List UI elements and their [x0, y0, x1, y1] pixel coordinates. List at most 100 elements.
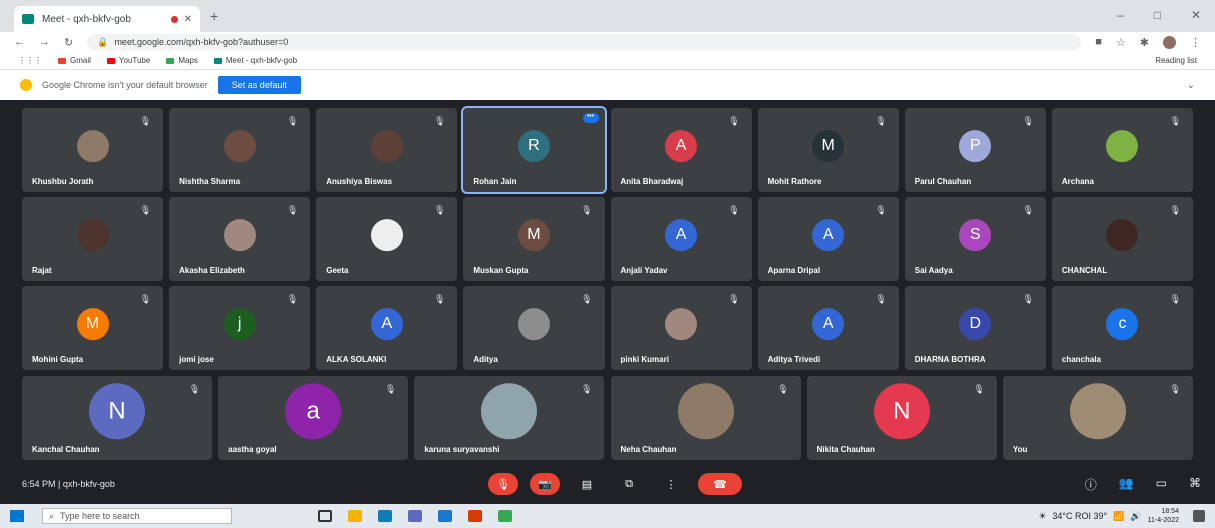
reading-list-button[interactable]: Reading list	[1155, 56, 1197, 65]
bookmark-item[interactable]: Gmail	[58, 56, 91, 65]
bookmark-item[interactable]: Maps	[166, 56, 198, 65]
maximize-button[interactable]: □	[1154, 8, 1161, 22]
participant-tile[interactable]: A Aparna Dripal 🎙	[757, 197, 899, 281]
participant-tile[interactable]: S Sai Aadya 🎙	[904, 197, 1046, 281]
participant-tile[interactable]: Aditya 🎙	[463, 286, 605, 370]
close-tab-icon[interactable]: ✕	[184, 14, 192, 25]
participant-tile[interactable]: M Mohit Rathore 🎙	[757, 108, 899, 192]
chrome-menu-icon[interactable]: ⋮	[1190, 36, 1201, 49]
participant-tile[interactable]: Neha Chauhan 🎙	[610, 376, 801, 460]
leave-call-button[interactable]: ☎	[698, 473, 742, 495]
activities-icon[interactable]: ⌘	[1189, 476, 1201, 493]
mic-off-icon: 🎙	[777, 384, 789, 394]
meeting-time-code: 6:54 PM | qxh-bkfv-gob	[22, 479, 115, 489]
star-icon[interactable]: ☆	[1116, 36, 1126, 49]
participant-tile[interactable]: D DHARNA BOTHRA 🎙	[904, 286, 1046, 370]
participant-tile[interactable]: pinki Kumari 🎙	[610, 286, 752, 370]
apps-icon[interactable]: ⋮⋮⋮	[18, 56, 42, 65]
mic-toggle-button[interactable]: 🎙	[488, 473, 518, 495]
mic-off-icon: 🎙	[1169, 384, 1181, 394]
side-panel-controls: ⓘ 👥 ▭ ⌘	[1085, 476, 1201, 493]
participant-avatar	[370, 130, 403, 163]
participant-tile[interactable]: A ALKA SOLANKI 🎙	[316, 286, 458, 370]
participant-tile[interactable]: a aastha goyal 🎙	[218, 376, 409, 460]
bookmark-item[interactable]: YouTube	[106, 56, 150, 65]
back-icon[interactable]: ←	[14, 36, 25, 48]
participant-tile[interactable]: A Anita Bharadwaj 🎙	[610, 108, 752, 192]
participant-name: chanchala	[1061, 355, 1102, 364]
participant-avatar	[1106, 219, 1139, 252]
camera-toggle-button[interactable]: 📷	[530, 473, 560, 495]
participant-tile[interactable]: You 🎙	[1002, 376, 1193, 460]
participant-tile[interactable]: Rajat 🎙	[22, 197, 164, 281]
people-icon[interactable]: 👥	[1119, 476, 1134, 493]
participant-tile[interactable]: P Parul Chauhan 🎙	[904, 108, 1046, 192]
captions-button[interactable]: ▤	[572, 473, 602, 495]
reload-icon[interactable]: ↻	[64, 36, 73, 49]
participant-tile[interactable]: A Aditya Trivedi 🎙	[757, 286, 899, 370]
participant-tile[interactable]: Khushbu Jorath 🎙	[22, 108, 164, 192]
chevron-down-icon[interactable]: ⌄	[1187, 80, 1195, 91]
chrome-icon[interactable]	[498, 510, 512, 522]
search-placeholder: Type here to search	[60, 511, 140, 521]
minimize-button[interactable]: –	[1117, 8, 1124, 22]
notification-icon[interactable]	[1193, 510, 1205, 522]
participant-tile[interactable]: Nishtha Sharma 🎙	[169, 108, 311, 192]
participant-tile[interactable]: karuna suryavanshi 🎙	[414, 376, 605, 460]
volume-icon[interactable]: 🔊	[1130, 511, 1141, 522]
more-options-button[interactable]: ⋮	[656, 473, 686, 495]
extensions-icon[interactable]: ✱	[1140, 36, 1149, 49]
camera-status-icon[interactable]: ■	[1095, 36, 1102, 48]
bookmark-favicon-icon	[213, 57, 222, 64]
participant-tile[interactable]: M Muskan Gupta 🎙	[463, 197, 605, 281]
participant-tile[interactable]: Akasha Elizabeth 🎙	[169, 197, 311, 281]
participant-name: Anita Bharadwaj	[620, 177, 684, 186]
edge-icon[interactable]	[378, 510, 392, 522]
file-explorer-icon[interactable]	[348, 510, 362, 522]
participant-tile[interactable]: c chanchala 🎙	[1051, 286, 1193, 370]
participant-tile[interactable]: N Nikita Chauhan 🎙	[806, 376, 997, 460]
mic-off-icon: 🎙	[188, 384, 201, 394]
participant-tile[interactable]: Archana 🎙	[1051, 108, 1193, 192]
participant-name: You	[1012, 445, 1028, 454]
participant-tile[interactable]: CHANCHAL 🎙	[1051, 197, 1193, 281]
weather-icon[interactable]: ☀	[1038, 511, 1046, 522]
participant-name: Akasha Elizabeth	[179, 266, 245, 275]
windows-start-icon[interactable]	[10, 510, 24, 522]
close-window-button[interactable]: ✕	[1191, 8, 1201, 22]
bookmark-label: Meet - qxh-bkfv-gob	[225, 56, 298, 65]
participant-tile[interactable]: Anushiya Biswas 🎙	[316, 108, 458, 192]
profile-avatar[interactable]	[1163, 35, 1176, 49]
url-field[interactable]: 🔒 meet.google.com/qxh-bkfv-gob?authuser=…	[87, 34, 1082, 50]
participant-avatar	[1069, 383, 1126, 440]
task-view-icon[interactable]	[318, 510, 332, 522]
chat-icon[interactable]: ▭	[1156, 476, 1167, 493]
network-icon[interactable]: 📶	[1113, 511, 1124, 522]
participant-avatar	[665, 308, 698, 341]
participant-tile[interactable]: A Anjali Yadav 🎙	[610, 197, 752, 281]
mail-icon[interactable]	[438, 510, 452, 522]
forward-icon[interactable]: →	[39, 36, 50, 48]
participant-tile[interactable]: j jomi jose 🎙	[169, 286, 311, 370]
present-button[interactable]: ⧉	[614, 473, 644, 495]
tab-title: Meet - qxh-bkfv-gob	[42, 13, 131, 25]
taskbar-search-input[interactable]: ⌕ Type here to search	[42, 508, 232, 524]
browser-tab[interactable]: Meet - qxh-bkfv-gob ✕	[14, 6, 200, 32]
meeting-controls-bar: 6:54 PM | qxh-bkfv-gob 🎙 📷 ▤ ⧉ ⋮ ☎ ⓘ 👥 ▭…	[0, 464, 1215, 504]
participant-avatar: N	[89, 383, 146, 440]
set-default-button[interactable]: Set as default	[217, 76, 301, 94]
bookmark-item[interactable]: Meet - qxh-bkfv-gob	[213, 56, 298, 65]
info-icon[interactable]: ⓘ	[1085, 476, 1097, 493]
clock[interactable]: 18:54 11-4-2022	[1148, 507, 1179, 525]
participant-avatar: M	[517, 219, 550, 252]
store-icon[interactable]	[408, 510, 422, 522]
tile-options-icon[interactable]: •••	[582, 113, 599, 123]
participant-tile[interactable]: R Rohan Jain •••	[461, 106, 607, 194]
participant-tile[interactable]: Geeta 🎙	[316, 197, 458, 281]
mic-off-icon: 🎙	[433, 116, 446, 126]
new-tab-button[interactable]: +	[210, 8, 218, 24]
weather-text[interactable]: 34°C ROI 39°	[1052, 511, 1107, 521]
participant-tile[interactable]: M Mohini Gupta 🎙	[22, 286, 164, 370]
participant-tile[interactable]: N Kanchal Chauhan 🎙	[22, 376, 213, 460]
office-icon[interactable]	[468, 510, 482, 522]
